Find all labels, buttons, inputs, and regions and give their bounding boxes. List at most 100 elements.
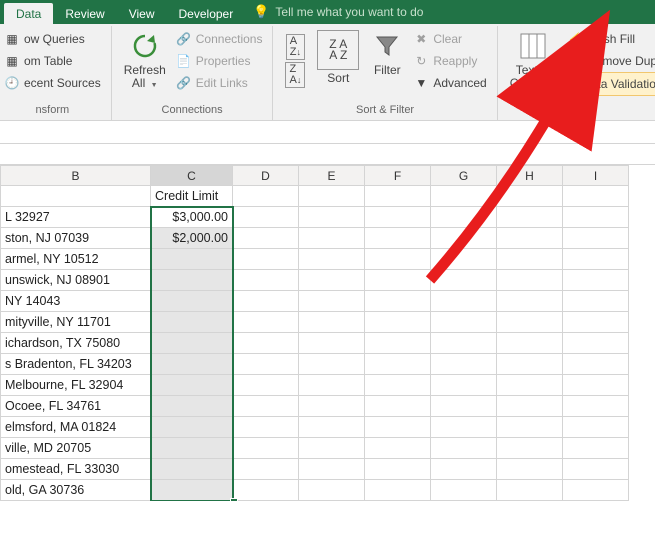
cell[interactable] [365, 438, 431, 459]
cell[interactable] [365, 228, 431, 249]
cell[interactable]: old, GA 30736 [1, 480, 151, 501]
cell[interactable] [431, 249, 497, 270]
refresh-all-button[interactable]: RefreshAll ▼ [118, 28, 172, 98]
cell[interactable] [233, 375, 299, 396]
cell[interactable] [299, 396, 365, 417]
cell[interactable] [151, 459, 233, 480]
recent-sources-button[interactable]: 🕘 ecent Sources [0, 72, 105, 94]
cell[interactable] [151, 438, 233, 459]
cell[interactable] [431, 333, 497, 354]
column-header-G[interactable]: G [431, 166, 497, 186]
properties-button[interactable]: 📄 Properties [172, 50, 267, 72]
cell[interactable] [233, 228, 299, 249]
text-to-columns-button[interactable]: Text toColumns [504, 28, 563, 98]
cell[interactable] [497, 417, 563, 438]
cell[interactable] [497, 312, 563, 333]
cell[interactable] [497, 207, 563, 228]
cell[interactable] [151, 312, 233, 333]
cell[interactable] [431, 270, 497, 291]
clear-button[interactable]: ✖ Clear [409, 28, 490, 50]
cell[interactable]: Melbourne, FL 32904 [1, 375, 151, 396]
cell[interactable] [151, 417, 233, 438]
cell[interactable] [431, 228, 497, 249]
remove-duplicates-button[interactable]: ❌ Remove Duplicates [563, 50, 655, 72]
cell[interactable] [365, 249, 431, 270]
cell[interactable]: elmsford, MA 01824 [1, 417, 151, 438]
cell[interactable]: Ocoee, FL 34761 [1, 396, 151, 417]
cell[interactable] [233, 312, 299, 333]
data-validation-button[interactable]: Data Validation [563, 72, 655, 96]
tab-developer[interactable]: Developer [167, 3, 246, 24]
cell[interactable] [497, 438, 563, 459]
cell[interactable] [365, 333, 431, 354]
cell[interactable] [365, 270, 431, 291]
tab-review[interactable]: Review [53, 3, 116, 24]
cell[interactable] [497, 333, 563, 354]
cell[interactable] [431, 417, 497, 438]
cell[interactable] [431, 207, 497, 228]
cell[interactable] [233, 249, 299, 270]
reapply-button[interactable]: ↻ Reapply [409, 50, 490, 72]
cell[interactable] [233, 291, 299, 312]
cell[interactable] [365, 459, 431, 480]
cell[interactable] [563, 312, 629, 333]
sort-az-button[interactable]: AZ↓ ZA↓ [279, 28, 311, 102]
cell[interactable] [497, 459, 563, 480]
cell[interactable] [431, 291, 497, 312]
cell[interactable] [233, 207, 299, 228]
cell[interactable] [233, 396, 299, 417]
cell[interactable] [497, 270, 563, 291]
cell[interactable] [233, 333, 299, 354]
cell[interactable] [365, 207, 431, 228]
cell[interactable]: NY 14043 [1, 291, 151, 312]
cell[interactable] [299, 417, 365, 438]
cell[interactable] [563, 207, 629, 228]
cell[interactable] [365, 375, 431, 396]
edit-links-button[interactable]: 🔗 Edit Links [172, 72, 267, 94]
cell[interactable] [299, 354, 365, 375]
cell[interactable]: unswick, NJ 08901 [1, 270, 151, 291]
worksheet-grid[interactable]: BCDEFGHI Credit LimitL 32927$3,000.00sto… [0, 165, 655, 501]
cell[interactable] [563, 270, 629, 291]
cell[interactable] [299, 312, 365, 333]
cell[interactable]: $3,000.00 [151, 207, 233, 228]
flash-fill-button[interactable]: ⚡ Flash Fill [563, 28, 655, 50]
cell[interactable] [151, 270, 233, 291]
cell[interactable]: ville, MD 20705 [1, 438, 151, 459]
cell[interactable] [365, 396, 431, 417]
cell[interactable] [233, 270, 299, 291]
cell[interactable] [563, 333, 629, 354]
cell[interactable] [151, 396, 233, 417]
column-header-H[interactable]: H [497, 166, 563, 186]
cell[interactable] [233, 186, 299, 207]
cell[interactable] [151, 480, 233, 501]
cell[interactable] [233, 354, 299, 375]
column-header-B[interactable]: B [1, 166, 151, 186]
cell[interactable] [233, 480, 299, 501]
cell[interactable] [299, 207, 365, 228]
cell[interactable] [497, 375, 563, 396]
cell[interactable] [563, 291, 629, 312]
cell[interactable] [151, 333, 233, 354]
cell[interactable] [431, 186, 497, 207]
cell[interactable] [497, 228, 563, 249]
cell[interactable] [563, 396, 629, 417]
cell[interactable] [431, 480, 497, 501]
cell[interactable] [563, 375, 629, 396]
column-header-F[interactable]: F [365, 166, 431, 186]
cell[interactable] [497, 396, 563, 417]
cell[interactable] [151, 291, 233, 312]
cell[interactable] [233, 459, 299, 480]
cell[interactable]: armel, NY 10512 [1, 249, 151, 270]
cell[interactable] [563, 480, 629, 501]
tab-data[interactable]: Data [4, 3, 53, 24]
column-header-I[interactable]: I [563, 166, 629, 186]
cell[interactable] [151, 375, 233, 396]
cell[interactable] [233, 417, 299, 438]
cell[interactable] [151, 249, 233, 270]
cell[interactable] [431, 375, 497, 396]
cell[interactable] [563, 228, 629, 249]
sort-button[interactable]: Z AA Z Sort [311, 28, 365, 98]
from-table-button[interactable]: ▦ om Table [0, 50, 105, 72]
cell[interactable]: L 32927 [1, 207, 151, 228]
